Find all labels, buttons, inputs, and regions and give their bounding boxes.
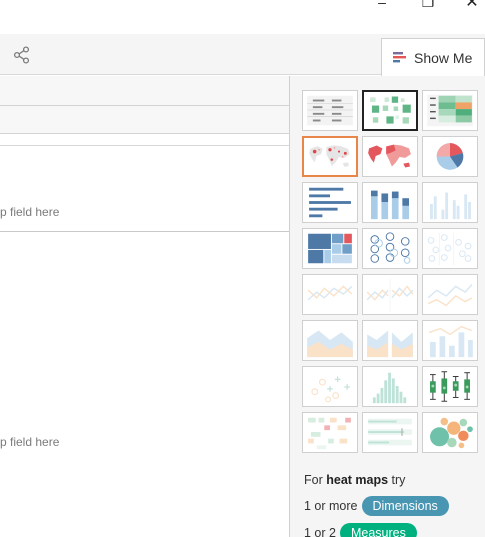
treemap-icon[interactable]: [302, 228, 358, 269]
discrete-lines-icon[interactable]: [362, 274, 418, 315]
close-icon[interactable]: ✕: [462, 0, 482, 11]
restore-icon[interactable]: ❐: [418, 0, 438, 10]
dual-lines-icon[interactable]: [422, 274, 478, 315]
minimize-icon[interactable]: –: [372, 0, 392, 10]
rows-shelf[interactable]: [0, 106, 289, 134]
histogram-icon[interactable]: [362, 366, 418, 407]
chart-type-grid: [302, 90, 478, 453]
area-discrete-icon[interactable]: [362, 320, 418, 361]
tab-show-me[interactable]: Show Me: [381, 38, 485, 76]
show-me-icon: [393, 51, 406, 62]
continuous-lines-icon[interactable]: [302, 274, 358, 315]
heat-map-icon[interactable]: [362, 90, 418, 131]
scatter-plot-icon[interactable]: [302, 366, 358, 407]
gantt-chart-icon[interactable]: [302, 412, 358, 453]
show-me-hint: For heat maps try: [304, 473, 405, 487]
window-titlebar: – ❐ ✕: [0, 0, 485, 34]
filled-map-icon[interactable]: [362, 136, 418, 177]
dual-combination-icon[interactable]: [422, 320, 478, 361]
symbol-map-icon[interactable]: [302, 136, 358, 177]
drop-field-hint-top: p field here: [0, 205, 60, 219]
share-icon[interactable]: [13, 46, 31, 64]
bullet-graph-icon[interactable]: [362, 412, 418, 453]
horizontal-bars-icon[interactable]: [302, 182, 358, 223]
dimensions-count: 1 or more: [304, 499, 358, 513]
box-and-whisker-icon[interactable]: [422, 366, 478, 407]
view-canvas[interactable]: p field here p field here: [0, 76, 289, 537]
packed-bubbles-icon[interactable]: [422, 412, 478, 453]
hint-chart-name: heat maps: [326, 473, 389, 487]
hint-prefix: For: [304, 473, 327, 487]
measures-requirement: 1 or 2 Measures: [304, 523, 417, 537]
circle-views-icon[interactable]: [362, 228, 418, 269]
measures-pill: Measures: [339, 523, 417, 537]
stacked-bars-icon[interactable]: [362, 182, 418, 223]
hint-suffix: try: [388, 473, 406, 487]
dimensions-requirement: 1 or more Dimensions: [304, 496, 449, 516]
side-by-side-circles-icon[interactable]: [422, 228, 478, 269]
divider: [0, 231, 289, 232]
dimensions-pill: Dimensions: [361, 496, 449, 516]
side-by-side-bars-icon[interactable]: [422, 182, 478, 223]
measures-count: 1 or 2: [304, 526, 336, 537]
drop-field-hint-bottom: p field here: [0, 435, 60, 449]
columns-shelf[interactable]: [0, 76, 289, 106]
show-me-label: Show Me: [414, 49, 473, 66]
area-continuous-icon[interactable]: [302, 320, 358, 361]
pie-chart-icon[interactable]: [422, 136, 478, 177]
highlight-table-icon[interactable]: [422, 90, 478, 131]
divider: [0, 145, 289, 146]
text-table-icon[interactable]: [302, 90, 358, 131]
